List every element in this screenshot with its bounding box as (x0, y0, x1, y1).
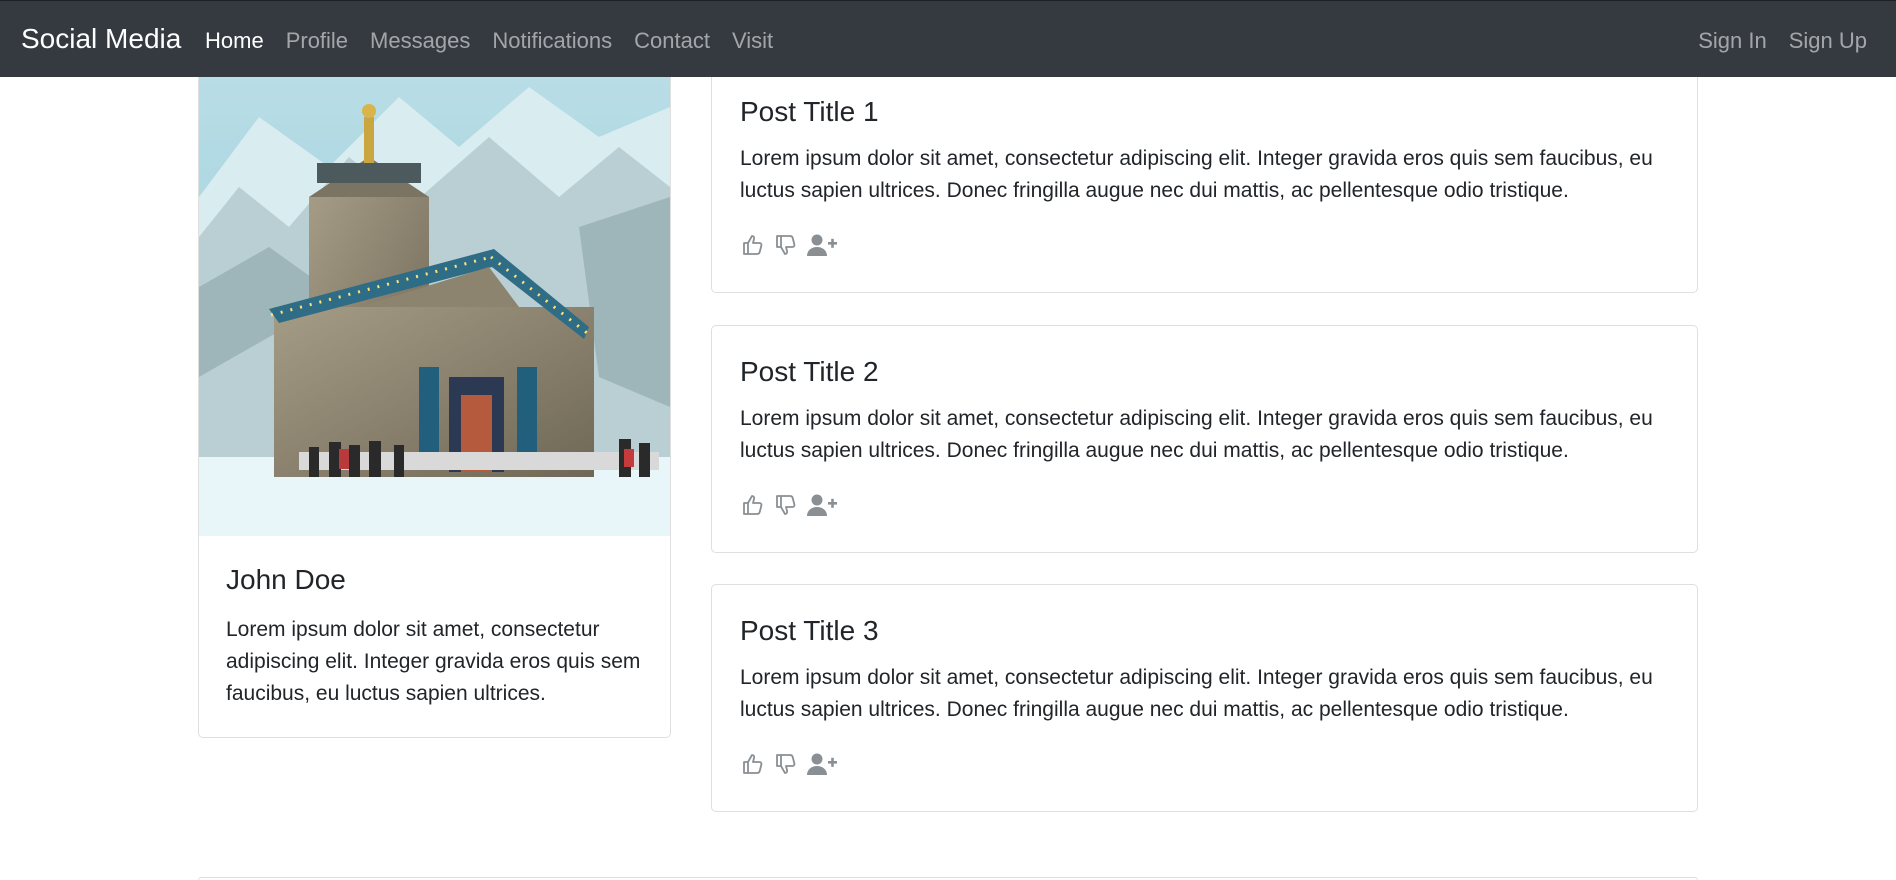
thumbs-down-icon[interactable] (774, 233, 798, 262)
nav-notifications-link[interactable]: Notifications (492, 28, 612, 54)
post-body: Lorem ipsum dolor sit amet, consectetur … (740, 147, 1653, 202)
sign-in-link[interactable]: Sign In (1698, 28, 1767, 54)
thumbs-up-icon[interactable] (741, 233, 765, 262)
nav-home-link[interactable]: Home (205, 28, 264, 54)
profile-name: John Doe (226, 564, 346, 595)
user-plus-icon[interactable] (807, 233, 837, 262)
post-actions (741, 752, 837, 781)
top-navbar: Social Media Home Profile Messages Notif… (0, 0, 1896, 77)
profile-bio: Lorem ipsum dolor sit amet, consectetur … (226, 618, 641, 705)
user-plus-icon[interactable] (807, 493, 837, 522)
thumbs-up-icon[interactable] (741, 493, 765, 522)
post-card: Post Title 3 Lorem ipsum dolor sit amet,… (711, 584, 1698, 812)
post-card: Post Title 1 Lorem ipsum dolor sit amet,… (711, 77, 1698, 293)
nav-profile-link[interactable]: Profile (286, 28, 348, 54)
thumbs-up-icon[interactable] (741, 752, 765, 781)
nav-links: Home Profile Messages Notifications Cont… (205, 28, 773, 54)
nav-contact-link[interactable]: Contact (634, 28, 710, 54)
nav-messages-link[interactable]: Messages (370, 28, 470, 54)
post-body: Lorem ipsum dolor sit amet, consectetur … (740, 407, 1653, 462)
profile-card: John Doe Lorem ipsum dolor sit amet, con… (198, 77, 671, 738)
post-actions (741, 233, 837, 262)
post-title: Post Title 3 (740, 615, 879, 646)
post-card: Post Title 2 Lorem ipsum dolor sit amet,… (711, 325, 1698, 553)
thumbs-down-icon[interactable] (774, 752, 798, 781)
sign-up-link[interactable]: Sign Up (1789, 28, 1867, 54)
post-actions (741, 493, 837, 522)
profile-image (199, 77, 670, 536)
post-body: Lorem ipsum dolor sit amet, consectetur … (740, 666, 1653, 721)
thumbs-down-icon[interactable] (774, 493, 798, 522)
user-plus-icon[interactable] (807, 752, 837, 781)
brand-link[interactable]: Social Media (21, 23, 181, 55)
nav-visit-link[interactable]: Visit (732, 28, 773, 54)
post-title: Post Title 2 (740, 356, 879, 387)
post-title: Post Title 1 (740, 96, 879, 127)
auth-links: Sign In Sign Up (1698, 28, 1867, 54)
